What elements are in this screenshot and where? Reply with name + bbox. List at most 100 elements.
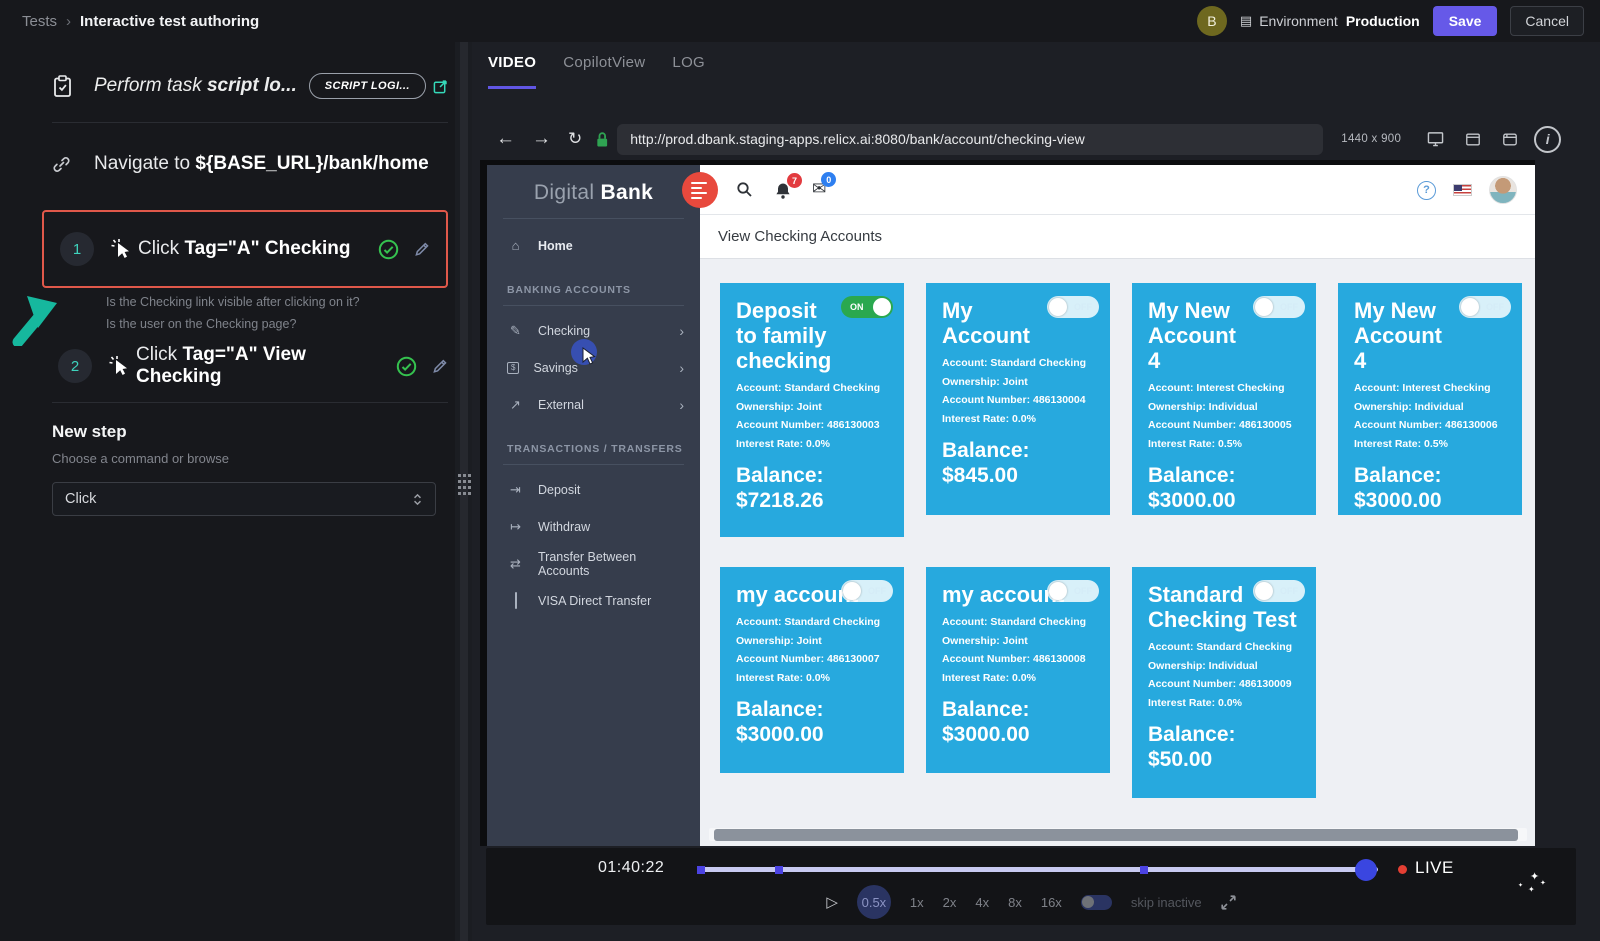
help-icon[interactable]: ? — [1417, 181, 1436, 200]
horizontal-scrollbar[interactable] — [709, 828, 1527, 841]
tab-log[interactable]: LOG — [672, 54, 705, 89]
balance-value: $3000.00 — [1148, 489, 1236, 512]
hamburger-menu-icon[interactable] — [682, 172, 718, 208]
account-card[interactable]: OFF My Account Account: Standard Checkin… — [926, 283, 1110, 515]
step-1-row[interactable]: 1 Click Tag="A" Checking — [42, 210, 448, 288]
account-card[interactable]: OFF my account Account: Standard Checkin… — [926, 567, 1110, 773]
account-card[interactable]: ON Deposit to family checking Account: S… — [720, 283, 904, 537]
player-progress-track[interactable] — [698, 867, 1378, 872]
account-toggle[interactable]: ON — [841, 296, 893, 318]
step-1-validated-icon[interactable] — [378, 239, 399, 260]
playback-speed-row: ▷ 0.5x 1x 2x 4x 8x 16x skip inactive — [486, 885, 1576, 919]
us-flag-icon[interactable] — [1453, 184, 1472, 196]
search-icon[interactable] — [736, 181, 753, 198]
account-balance: Balance:$7218.26 — [736, 463, 890, 514]
speed-4x-button[interactable]: 4x — [975, 895, 989, 910]
scrollbar-thumb[interactable] — [714, 829, 1518, 841]
messages-icon[interactable]: ✉ 0 — [812, 180, 826, 197]
account-toggle[interactable]: OFF — [841, 580, 893, 602]
splitter-grip-handle[interactable] — [458, 474, 471, 498]
viewport-resolution: 1440 x 900 — [1341, 133, 1401, 145]
task-step-row[interactable]: Perform task script lo... SCRIPT LOGI... — [52, 60, 450, 112]
command-select[interactable]: Click — [52, 482, 436, 516]
cancel-button[interactable]: Cancel — [1510, 6, 1584, 36]
account-interest-rate: Interest Rate: 0.0% — [736, 672, 890, 684]
player-progress-handle[interactable] — [1355, 859, 1377, 881]
step-2-validated-icon[interactable] — [396, 356, 417, 377]
script-logic-chip[interactable]: SCRIPT LOGI... — [309, 73, 426, 99]
bank-section-transactions: TRANSACTIONS / TRANSFERS — [487, 423, 700, 464]
account-interest-rate: Interest Rate: 0.5% — [1354, 438, 1508, 450]
account-interest-rate: Interest Rate: 0.5% — [1148, 438, 1302, 450]
toggle-label: OFF — [1280, 586, 1298, 596]
account-type: Account: Standard Checking — [736, 382, 890, 394]
chevron-right-icon: › — [679, 397, 684, 413]
step-2-row[interactable]: 2 Click Tag="A" View Checking — [58, 342, 448, 390]
bank-nav-home[interactable]: ⌂ Home — [487, 227, 700, 264]
speed-0-5x-button[interactable]: 0.5x — [857, 885, 891, 919]
page-title: Interactive test authoring — [80, 13, 259, 30]
play-icon[interactable]: ▷ — [826, 893, 838, 911]
panel-splitter[interactable] — [455, 42, 472, 941]
account-card[interactable]: OFF Standard Checking Test Account: Stan… — [1132, 567, 1316, 798]
fullscreen-expand-icon[interactable] — [1221, 895, 1236, 910]
task-step-text: Perform task script lo... — [94, 75, 297, 97]
bank-nav-savings[interactable]: $ Savings › — [487, 349, 700, 386]
bank-nav-checking[interactable]: ✎ Checking › — [487, 312, 700, 349]
browser-back-button[interactable]: ← — [496, 128, 515, 150]
breadcrumb-tests-link[interactable]: Tests — [22, 13, 57, 30]
account-balance: Balance:$3000.00 — [942, 697, 1096, 748]
viewer-tabs: VIDEO CopilotView LOG — [488, 54, 705, 89]
tab-video[interactable]: VIDEO — [488, 54, 536, 89]
step-2-edit-icon[interactable] — [431, 358, 448, 375]
desktop-size-button[interactable] — [1427, 131, 1444, 147]
bank-user-avatar[interactable] — [1489, 176, 1517, 204]
account-type: Account: Interest Checking — [1148, 382, 1302, 394]
account-interest-rate: Interest Rate: 0.0% — [942, 413, 1096, 425]
account-toggle[interactable]: OFF — [1253, 296, 1305, 318]
account-card[interactable]: OFF My New Account 4 Account: Interest C… — [1338, 283, 1522, 515]
account-toggle[interactable]: OFF — [1253, 580, 1305, 602]
toggle-knob — [1255, 298, 1273, 316]
info-icon[interactable]: i — [1534, 126, 1561, 153]
user-avatar[interactable]: B — [1197, 6, 1227, 36]
browser-forward-button[interactable]: → — [532, 128, 551, 150]
steps-panel: Perform task script lo... SCRIPT LOGI...… — [0, 42, 455, 941]
speed-1x-button[interactable]: 1x — [910, 895, 924, 910]
bank-nav-visa-transfer[interactable]: VISA Direct Transfer — [487, 582, 700, 619]
account-number: Account Number: 486130009 — [1148, 678, 1302, 690]
skip-inactive-toggle[interactable] — [1081, 895, 1112, 910]
task-step-prefix: Perform task — [94, 75, 207, 96]
url-input[interactable]: http://prod.dbank.staging-apps.relicx.ai… — [617, 124, 1323, 155]
account-toggle[interactable]: OFF — [1459, 296, 1511, 318]
mobile-size-button[interactable] — [1502, 132, 1518, 147]
tablet-size-button[interactable] — [1465, 132, 1481, 147]
environment-selector[interactable]: Production — [1346, 13, 1420, 29]
notifications-bell-icon[interactable]: 7 — [774, 181, 792, 200]
account-type: Account: Standard Checking — [942, 616, 1096, 628]
account-toggle[interactable]: OFF — [1047, 296, 1099, 318]
speed-16x-button[interactable]: 16x — [1041, 895, 1062, 910]
bank-nav-external[interactable]: ↗ External › — [487, 386, 700, 423]
speed-8x-button[interactable]: 8x — [1008, 895, 1022, 910]
tab-copilotview[interactable]: CopilotView — [563, 54, 645, 89]
balance-value: $3000.00 — [1354, 489, 1442, 512]
bank-nav-deposit[interactable]: ⇥ Deposit — [487, 471, 700, 508]
speed-2x-button[interactable]: 2x — [943, 895, 957, 910]
bank-nav-transfer[interactable]: ⇄ Transfer Between Accounts — [487, 545, 700, 582]
account-card[interactable]: OFF my account Account: Standard Checkin… — [720, 567, 904, 773]
step-1-edit-icon[interactable] — [413, 241, 430, 258]
account-toggle[interactable]: OFF — [1047, 580, 1099, 602]
bank-nav-label: Home — [538, 239, 573, 253]
save-button[interactable]: Save — [1433, 6, 1498, 36]
navigate-step-row[interactable]: Navigate to ${BASE_URL}/bank/home — [52, 140, 448, 188]
bank-nav-withdraw[interactable]: ↦ Withdraw — [487, 508, 700, 545]
account-number: Account Number: 486130006 — [1354, 419, 1508, 431]
browser-refresh-button[interactable]: ↻ — [568, 129, 582, 149]
account-card[interactable]: OFF My New Account 4 Account: Interest C… — [1132, 283, 1316, 515]
balance-label: Balance: — [1354, 464, 1442, 487]
account-ownership: Ownership: Joint — [736, 635, 890, 647]
edit-script-icon[interactable] — [433, 79, 448, 94]
updown-chevron-icon — [412, 491, 423, 508]
account-balance: Balance:$3000.00 — [736, 697, 890, 748]
